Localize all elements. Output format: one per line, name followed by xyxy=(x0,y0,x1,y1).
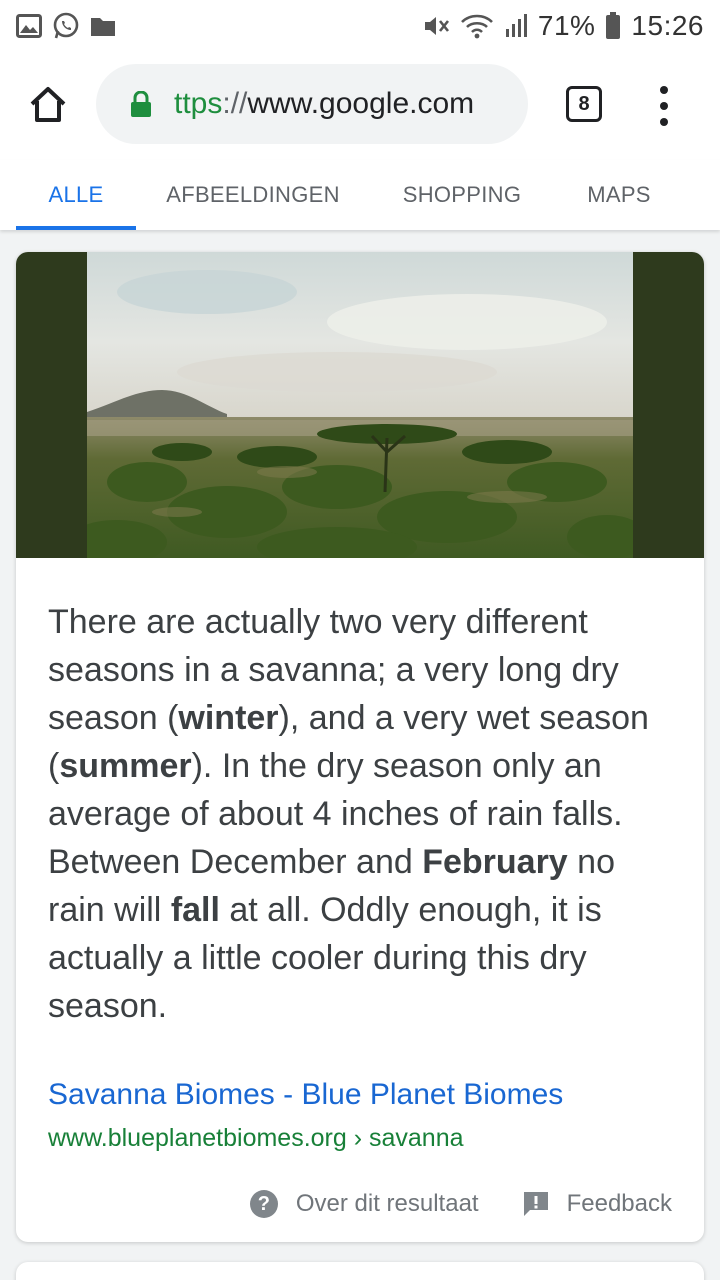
feedback-button[interactable]: Feedback xyxy=(523,1190,672,1218)
whatsapp-icon xyxy=(52,12,80,40)
url-text: ttps://www.google.com xyxy=(174,87,474,121)
snippet-text: There are actually two very different se… xyxy=(48,598,678,1030)
result-title-link[interactable]: Savanna Biomes - Blue Planet Biomes xyxy=(48,1078,563,1112)
feedback-icon xyxy=(523,1192,548,1216)
clock: 15:26 xyxy=(631,10,704,41)
tab-label: ALLE xyxy=(48,182,104,207)
mute-icon xyxy=(422,13,450,39)
url-host: www.google.com xyxy=(247,87,475,120)
feedback-label: Feedback xyxy=(566,1190,672,1217)
status-left xyxy=(16,12,116,40)
about-result-label: Over dit resultaat xyxy=(295,1190,479,1217)
screen: 71% 15:26 ttps://www.google.com 8 ALLE A… xyxy=(0,0,720,1280)
battery-percent: 71% xyxy=(537,10,596,41)
featured-snippet-card: There are actually two very different se… xyxy=(16,252,704,1242)
about-result-button[interactable]: ? Over dit resultaat xyxy=(249,1190,479,1218)
address-bar[interactable]: ttps://www.google.com xyxy=(96,64,528,144)
battery-icon xyxy=(605,12,621,40)
home-icon xyxy=(30,87,66,122)
snippet-bold-term: winter xyxy=(178,699,279,737)
gallery-icon xyxy=(16,14,42,38)
tab-maps[interactable]: MAPS xyxy=(554,160,684,230)
snippet-bold-term: summer xyxy=(59,747,192,785)
snippet-bold-term: fall xyxy=(170,891,220,929)
tab-count: 8 xyxy=(578,92,590,115)
lock-icon xyxy=(131,91,151,117)
more-options-icon[interactable] xyxy=(654,86,674,126)
signal-icon xyxy=(504,13,528,39)
folder-icon xyxy=(90,15,116,37)
result-url[interactable]: www.blueplanetbiomes.org › savanna xyxy=(48,1124,464,1153)
next-result-card xyxy=(16,1262,704,1280)
url-separator: :// xyxy=(222,87,248,120)
tab-label: MAPS xyxy=(587,182,651,207)
status-bar: 71% 15:26 xyxy=(0,0,720,52)
browser-toolbar: ttps://www.google.com 8 xyxy=(0,52,720,160)
card-footer: ? Over dit resultaat Feedback xyxy=(249,1190,672,1218)
url-scheme: ttps xyxy=(174,87,223,120)
home-button[interactable] xyxy=(28,84,68,124)
tab-alle[interactable]: ALLE xyxy=(16,160,136,230)
wifi-icon xyxy=(460,13,494,39)
snippet-bold-term: February xyxy=(422,843,568,881)
savanna-image[interactable] xyxy=(16,252,704,558)
help-icon: ? xyxy=(249,1190,278,1218)
tab-switcher-button[interactable]: 8 xyxy=(566,86,602,122)
search-tabs: ALLE AFBEELDINGEN SHOPPING MAPS xyxy=(0,160,720,230)
tab-label: AFBEELDINGEN xyxy=(166,182,340,207)
savanna-photo xyxy=(87,252,633,558)
tab-label: SHOPPING xyxy=(402,182,522,207)
status-right: 71% 15:26 xyxy=(422,10,704,42)
tab-shopping[interactable]: SHOPPING xyxy=(370,160,554,230)
tab-afbeeldingen[interactable]: AFBEELDINGEN xyxy=(136,160,370,230)
